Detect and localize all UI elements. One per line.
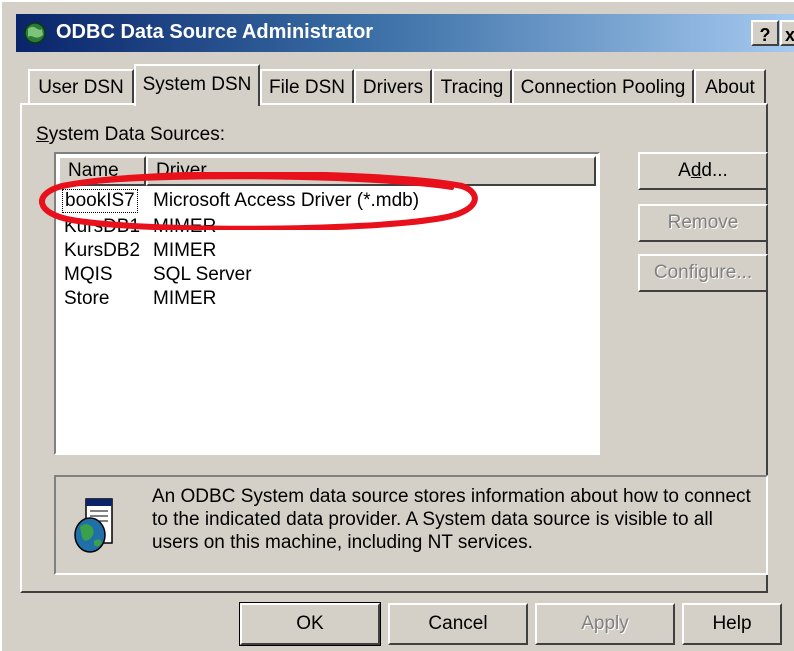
help-context-button[interactable]: ?	[751, 20, 779, 46]
info-box: An ODBC System data source stores inform…	[54, 475, 768, 575]
info-description: An ODBC System data source stores inform…	[152, 486, 751, 553]
dsn-driver: Microsoft Access Driver (*.mdb)	[153, 190, 420, 211]
tab-tracing[interactable]: Tracing	[432, 69, 512, 105]
dsn-name: bookIS7	[62, 189, 138, 213]
dsn-name: KursDB2	[64, 240, 141, 261]
list-item[interactable]: bookIS7 Microsoft Access Driver (*.mdb)	[56, 188, 596, 214]
tab-system-dsn[interactable]: System DSN	[134, 64, 260, 106]
dsn-name: KursDB1	[64, 216, 141, 237]
tab-about[interactable]: About	[694, 69, 766, 105]
close-button[interactable]: x	[780, 20, 794, 46]
list-item[interactable]: KursDB2 MIMER	[56, 238, 596, 264]
cancel-button[interactable]: Cancel	[388, 603, 528, 645]
tab-drivers[interactable]: Drivers	[354, 69, 432, 105]
configure-button[interactable]: Configure...	[638, 254, 768, 292]
window-title: ODBC Data Source Administrator	[56, 21, 374, 43]
add-button[interactable]: Add...	[638, 152, 768, 190]
title-bar[interactable]: ODBC Data Source Administrator ? x	[16, 14, 794, 52]
list-item[interactable]: MQIS SQL Server	[56, 262, 596, 288]
dsn-driver: MIMER	[153, 288, 217, 309]
list-item[interactable]: Store MIMER	[56, 286, 596, 312]
system-data-sources-label: System Data Sources:	[36, 124, 226, 145]
dsn-driver: MIMER	[153, 216, 217, 237]
tab-connection-pooling[interactable]: Connection Pooling	[512, 69, 694, 105]
remove-button[interactable]: Remove	[638, 204, 768, 242]
odbc-dialog-window: ODBC Data Source Administrator ? x User …	[0, 0, 794, 651]
ok-button[interactable]: OK	[239, 602, 381, 646]
tab-user-dsn[interactable]: User DSN	[28, 69, 134, 105]
dsn-driver: MIMER	[153, 240, 217, 261]
dsn-name: MQIS	[64, 264, 113, 285]
list-item[interactable]: KursDB1 MIMER	[56, 214, 596, 240]
apply-button[interactable]: Apply	[535, 603, 675, 645]
help-button[interactable]: Help	[682, 603, 782, 645]
dsn-driver: SQL Server	[153, 264, 252, 285]
dsn-name: Store	[64, 288, 110, 309]
data-source-list[interactable]: Name Driver bookIS7 Microsoft Access Dri…	[54, 152, 600, 455]
column-header-name[interactable]: Name	[58, 156, 146, 186]
tab-file-dsn[interactable]: File DSN	[260, 69, 354, 105]
odbc-globe-icon	[24, 22, 46, 44]
column-header-driver[interactable]: Driver	[146, 156, 596, 186]
database-globe-icon	[74, 498, 113, 553]
